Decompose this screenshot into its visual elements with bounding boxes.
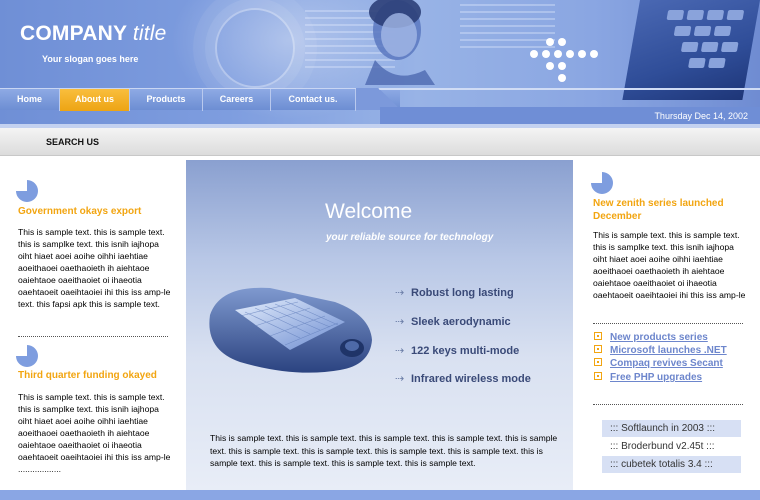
quarter-circle-icon [16, 180, 38, 202]
news-link[interactable]: Microsoft launches .NET [594, 345, 727, 356]
nav-products[interactable]: Products [130, 89, 203, 111]
tagline: your reliable source for technology [326, 232, 494, 243]
news-link[interactable]: Free PHP upgrades [594, 372, 702, 383]
news-title[interactable]: New zenith series launched December [593, 197, 743, 223]
nav-careers-label: Careers [219, 94, 254, 104]
feature-label: Sleek aerodynamic [411, 316, 511, 328]
arrow-right-icon: ⇢ [395, 287, 405, 299]
search-link[interactable]: SEARCH US [46, 137, 99, 147]
nav-contact-us[interactable]: Contact us. [271, 89, 356, 111]
arrow-right-icon: ⇢ [395, 316, 405, 328]
nav-about-us[interactable]: About us [60, 89, 130, 111]
search-bar [0, 128, 760, 156]
news-text: This is sample text. this is sample text… [18, 392, 171, 474]
header-circle-graphic [215, 8, 295, 88]
release-item[interactable]: ::: cubetek totalis 3.4 ::: [602, 456, 741, 473]
person-photo [365, 0, 435, 85]
main-nav: Home About us Products Careers Contact u… [0, 88, 400, 111]
nav-home[interactable]: Home [0, 89, 60, 111]
news-text: This is sample text. this is sample text… [18, 227, 171, 309]
center-paragraph: This is sample text. this is sample text… [210, 433, 558, 468]
news-link[interactable]: New products series [594, 332, 708, 343]
feature-item: ⇢ Infrared wireless mode [395, 372, 531, 385]
news-link-label: Microsoft launches .NET [610, 345, 727, 356]
nav-contact-us-label: Contact us. [288, 94, 338, 104]
news-text: This is sample text. this is sample text… [593, 230, 746, 300]
feature-label: 122 keys multi-mode [411, 345, 520, 357]
news-title[interactable]: Government okays export [18, 206, 141, 217]
nav-products-label: Products [146, 94, 186, 104]
bullet-box-icon [594, 345, 602, 353]
quarter-circle-icon [591, 172, 613, 194]
slogan: Your slogan goes here [42, 54, 139, 64]
news-link[interactable]: Compaq revives Secant [594, 358, 723, 369]
feature-item: ⇢ Robust long lasting [395, 286, 514, 299]
divider [18, 336, 168, 337]
quarter-circle-icon [16, 345, 38, 367]
keyboard-product-image [209, 287, 372, 373]
feature-label: Robust long lasting [411, 287, 514, 299]
welcome-heading: Welcome [325, 200, 413, 223]
feature-item: ⇢ 122 keys multi-mode [395, 344, 519, 357]
feature-label: Infrared wireless mode [411, 373, 531, 385]
news-link-label: New products series [610, 332, 708, 343]
arrow-right-icon: ⇢ [395, 373, 405, 385]
company-name: COMPANY title [20, 22, 167, 45]
footer-bar [0, 490, 760, 500]
release-item[interactable]: ::: Broderbund v2.45t ::: [602, 438, 741, 455]
current-date: Thursday Dec 14, 2002 [654, 111, 748, 121]
news-link-label: Compaq revives Secant [610, 358, 723, 369]
nav-careers[interactable]: Careers [203, 89, 271, 111]
divider [593, 404, 743, 405]
keyboard-photo [622, 0, 760, 100]
nav-home-label: Home [16, 94, 42, 104]
release-item[interactable]: ::: Softlaunch in 2003 ::: [602, 420, 741, 437]
news-link-label: Free PHP upgrades [610, 372, 703, 383]
bullet-box-icon [594, 358, 602, 366]
feature-item: ⇢ Sleek aerodynamic [395, 315, 511, 328]
bullet-box-icon [594, 332, 602, 340]
news-title[interactable]: Third quarter funding okayed [18, 370, 157, 381]
nav-about-us-label: About us [75, 94, 114, 104]
bullet-box-icon [594, 372, 602, 380]
divider [593, 323, 743, 324]
arrow-right-icon: ⇢ [395, 345, 405, 357]
arrow-dot-graphic [528, 38, 598, 88]
